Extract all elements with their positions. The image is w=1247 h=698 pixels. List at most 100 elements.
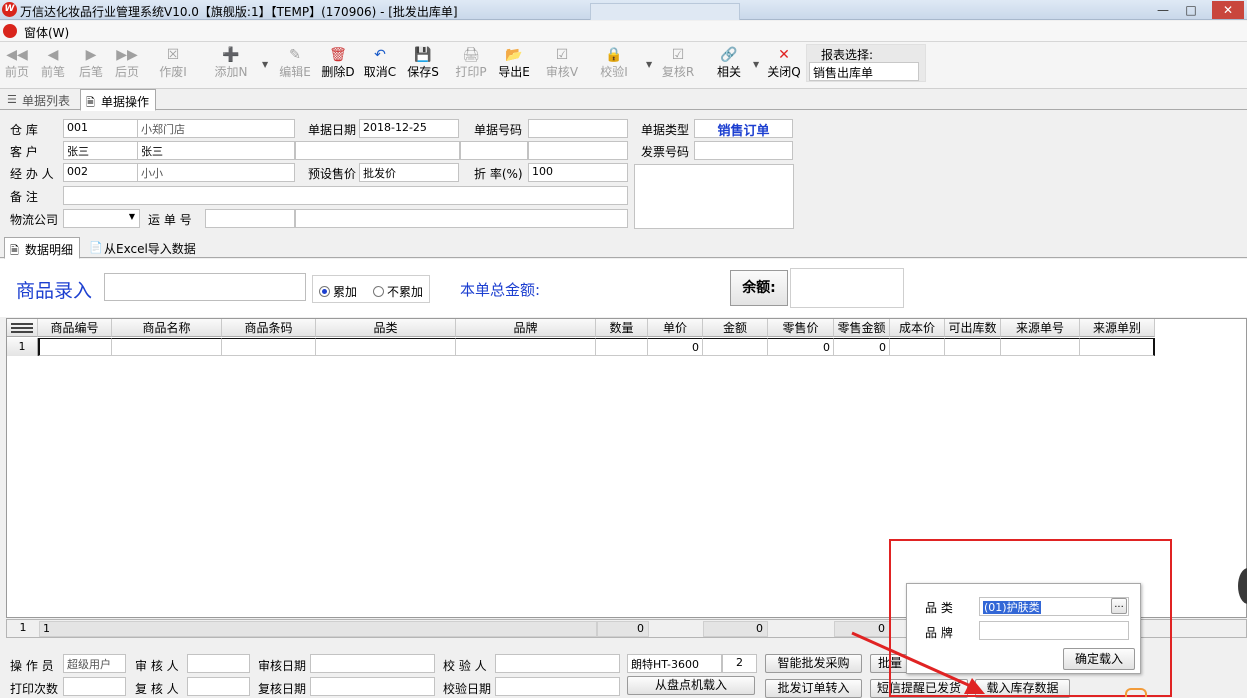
customer-extra-field-2[interactable] xyxy=(460,141,528,160)
toolbar-recheck-button[interactable]: ☑ 复核R xyxy=(660,44,696,86)
toolbar-print-button[interactable]: 🖨 打印P xyxy=(453,44,489,86)
toolbar-save-button[interactable]: 💾 保存S xyxy=(405,44,441,86)
grid-cell[interactable] xyxy=(890,338,945,356)
col-header[interactable]: 单价 xyxy=(648,319,703,337)
toolbar-verify-button[interactable]: 🔒 校验I xyxy=(596,44,632,86)
radio-no-accumulate[interactable]: 不累加 xyxy=(373,283,423,300)
toolbar-void-button[interactable]: ☒ 作废I xyxy=(154,44,192,86)
grid-corner[interactable] xyxy=(7,319,38,337)
date-field[interactable]: 2018-12-25 xyxy=(359,119,459,138)
reviewer-label: 审 核 人 xyxy=(135,659,179,673)
sms-shipped-button[interactable]: 短信提醒已发货 xyxy=(870,679,968,698)
order-transfer-button[interactable]: 批发订单转入 xyxy=(765,679,862,698)
customer-extra-field[interactable] xyxy=(295,141,460,160)
col-header[interactable]: 来源单别 xyxy=(1080,319,1155,337)
grid-cell[interactable] xyxy=(38,338,112,356)
handler-code-field[interactable]: 002 xyxy=(63,163,138,182)
maximize-icon[interactable]: □ xyxy=(1180,1,1202,19)
load-from-counter-button[interactable]: 从盘点机载入 xyxy=(627,676,755,695)
toolbar-close-button[interactable]: ✕ 关闭Q xyxy=(766,44,802,86)
app-logo-icon: W xyxy=(2,2,17,17)
col-header[interactable]: 商品名称 xyxy=(112,319,222,337)
grid-cell[interactable] xyxy=(222,338,316,356)
balance-button[interactable]: 余额: xyxy=(730,270,788,306)
tab-import-excel[interactable]: 📄 从Excel导入数据 xyxy=(84,237,202,258)
toolbar-last-button[interactable]: ▶▶ 后页 xyxy=(112,44,142,86)
smart-purchase-button[interactable]: 智能批发采购 xyxy=(765,654,862,673)
grid-cell[interactable] xyxy=(945,338,1001,356)
customer-name-field[interactable]: 张三 xyxy=(137,141,295,160)
toolbar-edit-button[interactable]: ✎ 编辑E xyxy=(276,44,314,86)
recheck-date-label: 复核日期 xyxy=(258,682,307,696)
invoice-field[interactable] xyxy=(694,141,793,160)
verify-dropdown-icon[interactable]: ▼ xyxy=(646,60,652,69)
toolbar-approve-button[interactable]: ☑ 审核V xyxy=(544,44,580,86)
grid-cell[interactable]: 0 xyxy=(834,338,890,356)
warehouse-name-field[interactable]: 小郑门店 xyxy=(137,119,295,138)
grid-cell[interactable] xyxy=(456,338,596,356)
col-header[interactable]: 零售金额 xyxy=(834,319,890,337)
tab-document-operation[interactable]: 🗎 单据操作 xyxy=(80,89,157,111)
toolbar-delete-button[interactable]: 🗑 删除D xyxy=(320,44,356,86)
tab-data-detail[interactable]: 🗎 数据明细 xyxy=(4,237,81,259)
radio-accumulate[interactable]: 累加 xyxy=(319,283,357,300)
popup-category-field[interactable]: (01)护肤类 xyxy=(979,597,1129,616)
grid-cell[interactable] xyxy=(1080,338,1155,356)
price-field[interactable]: 批发价 xyxy=(359,163,459,182)
device-qty-field[interactable]: 2 xyxy=(722,654,757,673)
col-header[interactable]: 品牌 xyxy=(456,319,596,337)
minimize-icon[interactable]: — xyxy=(1152,1,1174,19)
grid-cell[interactable]: 0 xyxy=(768,338,834,356)
add-dropdown-icon[interactable]: ▼ xyxy=(262,60,268,69)
col-header[interactable]: 零售价 xyxy=(768,319,834,337)
toolbar-next-button[interactable]: ▶ 后笔 xyxy=(76,44,106,86)
window-close-icon[interactable]: ✕ xyxy=(1212,1,1244,19)
customer-extra-field-3[interactable] xyxy=(528,141,628,160)
col-header[interactable]: 商品编号 xyxy=(38,319,112,337)
popup-browse-button[interactable]: ... xyxy=(1111,598,1127,614)
verifier-label: 校 验 人 xyxy=(443,659,487,673)
col-header[interactable]: 品类 xyxy=(316,319,456,337)
col-header[interactable]: 金额 xyxy=(703,319,768,337)
col-header[interactable]: 数量 xyxy=(596,319,648,337)
row-index[interactable]: 1 xyxy=(7,338,38,356)
toolbar-first-button[interactable]: ◀◀ 前页 xyxy=(2,44,32,86)
popup-brand-field[interactable] xyxy=(979,621,1129,640)
number-field[interactable] xyxy=(528,119,628,138)
menu-window[interactable]: 窗体(W) xyxy=(24,24,69,41)
grid-cell[interactable] xyxy=(316,338,456,356)
popup-confirm-button[interactable]: 确定载入 xyxy=(1063,648,1135,670)
toolbar-export-button[interactable]: 📂 导出E xyxy=(496,44,532,86)
col-header[interactable]: 商品条码 xyxy=(222,319,316,337)
toolbar-cancel-button[interactable]: ↶ 取消C xyxy=(362,44,398,86)
toolbar: ◀◀ 前页 ◀ 前笔 ▶ 后笔 ▶▶ 后页 ☒ 作废I ➕ 添加N ▼ ✎ 编辑E 🗑 删除D … xyxy=(0,42,1247,89)
grid-cell[interactable] xyxy=(596,338,648,356)
tab-document-list[interactable]: ☰ 单据列表 xyxy=(2,89,76,110)
col-header[interactable]: 可出库数 xyxy=(945,319,1001,337)
device-field[interactable]: 朗特HT-3600 xyxy=(627,654,722,673)
col-header[interactable]: 来源单号 xyxy=(1001,319,1080,337)
remark-field[interactable] xyxy=(63,186,628,205)
toolbar-prev-button[interactable]: ◀ 前笔 xyxy=(38,44,68,86)
grid-cell[interactable] xyxy=(703,338,768,356)
excel-icon: 📄 xyxy=(89,241,103,254)
customer-code-field[interactable]: 张三 xyxy=(63,141,138,160)
grid-cell[interactable] xyxy=(1001,338,1080,356)
discount-field[interactable]: 100 xyxy=(528,163,628,182)
col-header[interactable]: 成本价 xyxy=(890,319,945,337)
related-dropdown-icon[interactable]: ▼ xyxy=(753,60,759,69)
toolbar-add-button[interactable]: ➕ 添加N xyxy=(212,44,250,86)
product-entry-input[interactable] xyxy=(104,273,306,301)
footer-row-count: 1 xyxy=(9,621,37,637)
handler-name-field[interactable]: 小小 xyxy=(137,163,295,182)
logistics-select[interactable]: ▼ xyxy=(63,209,140,228)
grid-cell[interactable] xyxy=(112,338,222,356)
warehouse-code-field[interactable]: 001 xyxy=(63,119,138,138)
load-stock-button[interactable]: 载入库存数据 xyxy=(975,679,1070,698)
toolbar-related-button[interactable]: 🔗 相关 xyxy=(711,44,747,86)
waybill-extra-field[interactable] xyxy=(295,209,628,228)
report-select-input[interactable]: 销售出库单 xyxy=(809,62,919,81)
waybill-field[interactable] xyxy=(205,209,295,228)
batch-button[interactable]: 批量 xyxy=(870,654,910,673)
grid-cell[interactable]: 0 xyxy=(648,338,703,356)
